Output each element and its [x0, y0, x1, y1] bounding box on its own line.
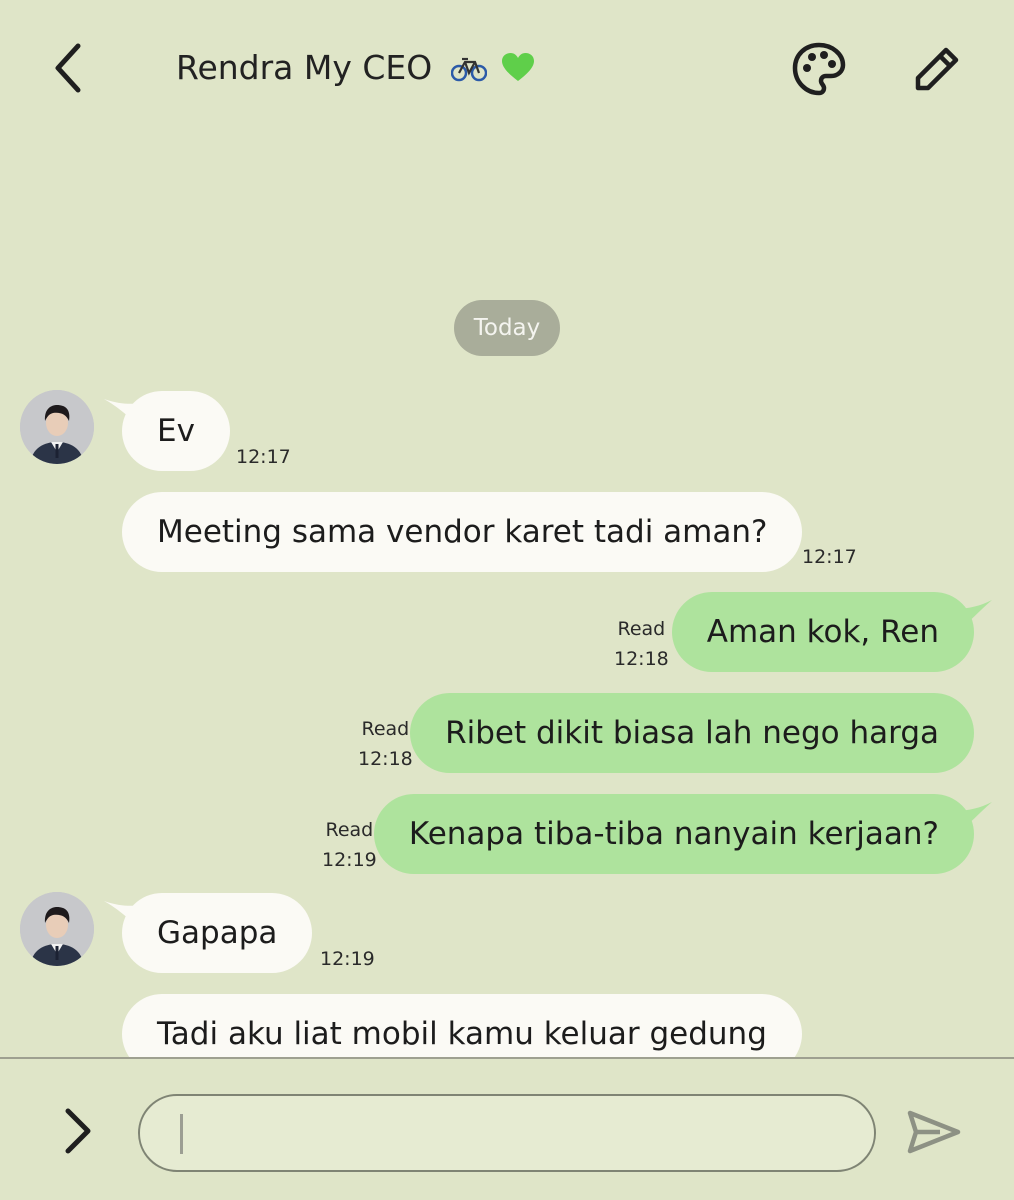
read-label: Read — [617, 618, 666, 640]
message-time: 12:19 — [320, 948, 375, 970]
message-time: 12:18 — [614, 648, 669, 670]
bubble-tail — [944, 600, 992, 630]
send-icon — [907, 1110, 961, 1154]
message-read-status: Read 12:18 — [614, 614, 669, 674]
read-label: Read — [325, 819, 374, 841]
expand-button[interactable] — [58, 1103, 98, 1159]
text-caret — [180, 1114, 183, 1154]
message-time: 12:17 — [802, 546, 857, 568]
message-read-status: Read 12:19 — [322, 815, 377, 875]
bubble-tail — [944, 802, 992, 832]
message-time: 12:18 — [358, 748, 413, 770]
message-time: 12:17 — [236, 446, 291, 468]
message-bubble-incoming[interactable]: Tadi aku liat mobil kamu keluar gedung — [122, 994, 802, 1057]
message-input-box[interactable] — [138, 1094, 876, 1172]
contact-photo — [20, 892, 94, 966]
message-time: 12:19 — [322, 849, 377, 871]
contact-photo — [20, 390, 94, 464]
message-list[interactable]: Today Ev 12:17 Meeting sama vendor karet… — [0, 0, 1014, 1057]
chevron-right-icon — [65, 1108, 91, 1154]
message-bubble-incoming[interactable]: Ev — [122, 391, 230, 471]
message-input[interactable] — [190, 1096, 850, 1169]
composer — [0, 1059, 1014, 1200]
message-bubble-outgoing[interactable]: Aman kok, Ren — [671, 592, 974, 672]
avatar[interactable] — [20, 390, 94, 464]
message-read-status: Read 12:18 — [358, 714, 413, 774]
avatar[interactable] — [20, 892, 94, 966]
send-button[interactable] — [906, 1109, 962, 1155]
read-label: Read — [361, 718, 410, 740]
message-bubble-outgoing[interactable]: Ribet dikit biasa lah nego harga — [410, 693, 974, 773]
message-bubble-outgoing[interactable]: Kenapa tiba-tiba nanyain kerjaan? — [373, 794, 974, 874]
message-bubble-incoming[interactable]: Gapapa — [122, 893, 313, 973]
date-separator: Today — [454, 300, 560, 356]
message-bubble-incoming[interactable]: Meeting sama vendor karet tadi aman? — [122, 492, 803, 572]
